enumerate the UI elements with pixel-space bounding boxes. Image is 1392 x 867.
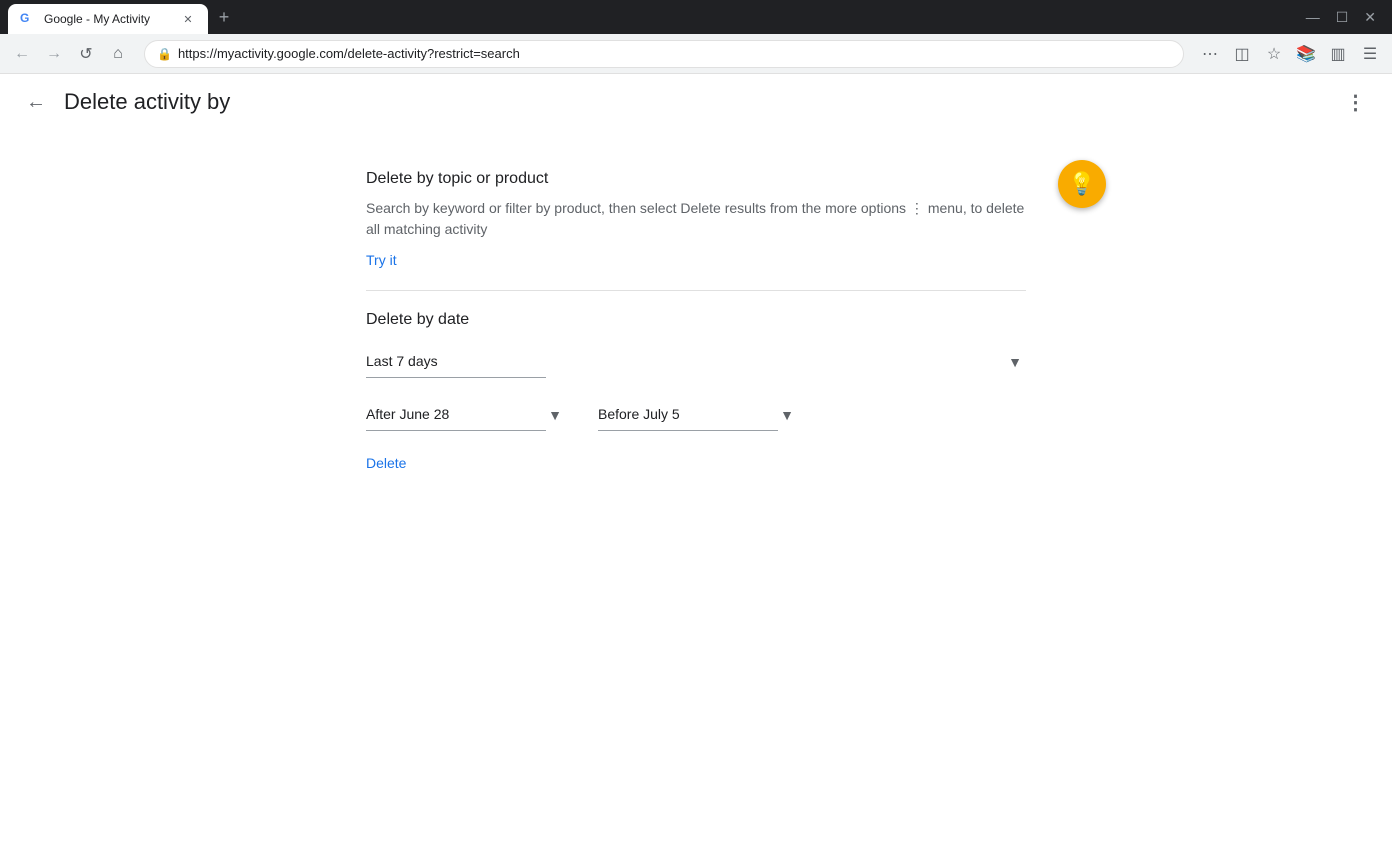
active-tab[interactable]: G Google - My Activity ✕ bbox=[8, 4, 208, 34]
reload-button[interactable]: ↺ bbox=[72, 40, 100, 68]
close-button[interactable]: ✕ bbox=[1364, 9, 1376, 26]
back-nav-button[interactable]: ← bbox=[8, 40, 36, 68]
topic-section-description: Search by keyword or filter by product, … bbox=[366, 198, 1026, 240]
menu-button[interactable]: ☰ bbox=[1356, 40, 1384, 68]
window-controls: — ☐ ✕ bbox=[1306, 9, 1384, 26]
topic-dots-icon: ⋮ bbox=[910, 200, 928, 216]
before-date-select[interactable]: Before July 5 bbox=[598, 398, 778, 431]
tab-close-button[interactable]: ✕ bbox=[180, 11, 196, 27]
before-date-wrapper: Before July 5 ▼ bbox=[598, 398, 798, 431]
tab-favicon: G bbox=[20, 11, 36, 27]
more-options-button[interactable]: ⋮ bbox=[1336, 82, 1376, 122]
date-section-title: Delete by date bbox=[366, 311, 1026, 329]
page-header: ← Delete activity by ⋮ bbox=[0, 74, 1392, 130]
date-range-dropdown-arrow: ▼ bbox=[1008, 354, 1022, 370]
home-button[interactable]: ⌂ bbox=[104, 40, 132, 68]
lightbulb-icon: 💡 bbox=[1068, 171, 1095, 197]
forward-nav-button[interactable]: → bbox=[40, 40, 68, 68]
toolbar: ← → ↺ ⌂ 🔒 https://myactivity.google.com/… bbox=[0, 34, 1392, 74]
content-card: Delete by topic or product Search by key… bbox=[366, 150, 1026, 491]
topic-section-title: Delete by topic or product bbox=[366, 170, 1026, 188]
maximize-button[interactable]: ☐ bbox=[1336, 9, 1349, 26]
tab-title: Google - My Activity bbox=[44, 12, 172, 26]
title-bar: G Google - My Activity ✕ + — ☐ ✕ bbox=[0, 0, 1392, 34]
lightbulb-button[interactable]: 💡 bbox=[1058, 160, 1106, 208]
sidebar-button[interactable]: ▥ bbox=[1324, 40, 1352, 68]
page-back-button[interactable]: ← bbox=[16, 82, 56, 122]
try-it-link[interactable]: Try it bbox=[366, 252, 397, 268]
bookmark-button[interactable]: ☆ bbox=[1260, 40, 1288, 68]
delete-button[interactable]: Delete bbox=[366, 455, 1026, 471]
delete-by-topic-section: Delete by topic or product Search by key… bbox=[366, 150, 1026, 291]
library-button[interactable]: 📚 bbox=[1292, 40, 1320, 68]
more-options-icon: ⋮ bbox=[1346, 90, 1367, 115]
extensions-button[interactable]: ⋯ bbox=[1196, 40, 1224, 68]
google-favicon-icon: G bbox=[20, 11, 36, 27]
date-range-select[interactable]: Last 7 days bbox=[366, 345, 546, 378]
url-text: https://myactivity.google.com/delete-act… bbox=[178, 46, 1171, 61]
minimize-button[interactable]: — bbox=[1306, 9, 1320, 26]
after-date-select[interactable]: After June 28 bbox=[366, 398, 546, 431]
new-tab-button[interactable]: + bbox=[212, 5, 236, 29]
date-range-wrapper: Last 7 days ▼ bbox=[366, 345, 1026, 378]
delete-by-date-section: Delete by date Last 7 days ▼ After June … bbox=[366, 291, 1026, 491]
date-sub-row: After June 28 ▼ Before July 5 ▼ bbox=[366, 398, 1026, 431]
after-date-wrapper: After June 28 ▼ bbox=[366, 398, 566, 431]
pocket-button[interactable]: ◫ bbox=[1228, 40, 1256, 68]
before-date-dropdown-arrow: ▼ bbox=[780, 407, 794, 423]
toolbar-actions: ⋯ ◫ ☆ 📚 ▥ ☰ bbox=[1196, 40, 1384, 68]
tab-bar: G Google - My Activity ✕ + bbox=[8, 0, 1298, 34]
after-date-dropdown-arrow: ▼ bbox=[548, 407, 562, 423]
security-lock-icon: 🔒 bbox=[157, 47, 172, 61]
page-body: Delete by topic or product Search by key… bbox=[0, 130, 1392, 867]
page: ← Delete activity by ⋮ Delete by topic o… bbox=[0, 74, 1392, 867]
page-title: Delete activity by bbox=[64, 89, 230, 115]
topic-desc-part1: Search by keyword or filter by product, … bbox=[366, 200, 906, 216]
address-bar[interactable]: 🔒 https://myactivity.google.com/delete-a… bbox=[144, 40, 1184, 68]
